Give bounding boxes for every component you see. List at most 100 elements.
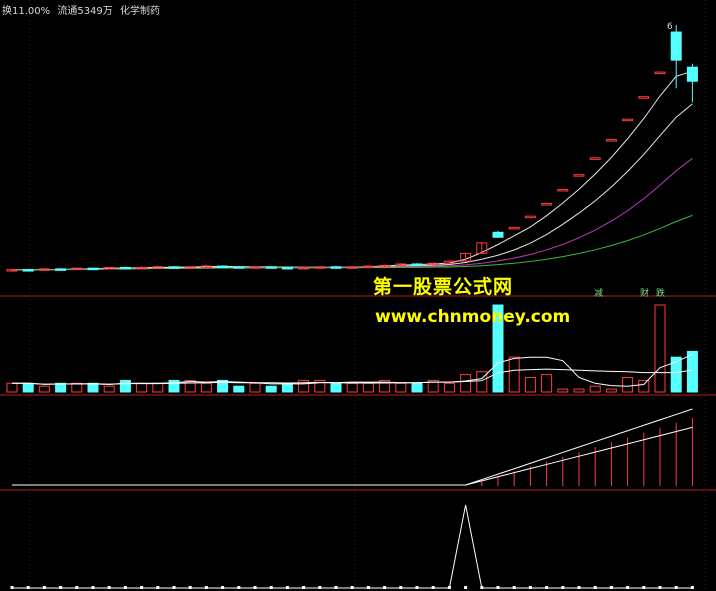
candle-body [654, 71, 666, 75]
ma-line-short [11, 70, 693, 271]
signal-dot [42, 586, 46, 589]
volume-bar [460, 374, 472, 393]
volume-bar [265, 385, 277, 393]
signal-line [12, 504, 693, 589]
volume-bar [6, 382, 18, 393]
signal-dot [221, 586, 225, 589]
tag-finance: 财 [640, 289, 650, 299]
signal-dot [107, 586, 111, 589]
signal-dot [10, 586, 14, 589]
volume-bar [38, 385, 50, 393]
volume-bar [395, 382, 407, 393]
signal-dot [269, 586, 273, 589]
volume-bar [362, 382, 374, 393]
signal-dot [350, 586, 354, 589]
candle-body [217, 265, 229, 269]
ma-line-xlong [11, 214, 693, 271]
signal-dot [626, 586, 630, 589]
volume-bar [443, 382, 455, 393]
signal-dot [545, 586, 549, 589]
candle-body [330, 266, 342, 269]
price-label: 6 [667, 22, 673, 32]
tag-fall: 跌 [656, 289, 666, 299]
signal-dot [642, 586, 646, 589]
candle-body [686, 66, 698, 82]
float-shares: 流通5349万 [57, 6, 113, 17]
candle-body [168, 266, 180, 269]
volume-bar [524, 377, 536, 393]
volume-bar [103, 385, 115, 393]
signal-dot [334, 586, 338, 589]
signal-dot [593, 586, 597, 589]
signal-dot [609, 586, 613, 589]
volume-bar [541, 374, 553, 393]
volume-bar [136, 382, 148, 393]
volume-bar [22, 382, 34, 393]
signal-dot [156, 586, 160, 589]
candle-body [541, 203, 553, 206]
candle-body [265, 266, 277, 269]
candle-body [281, 266, 293, 270]
volume-bar [281, 382, 293, 393]
signal-dot [528, 586, 532, 589]
signal-dot [140, 586, 144, 589]
signal-dot [26, 586, 30, 589]
signal-dot [172, 586, 176, 589]
signal-dot [690, 586, 694, 589]
ma-line-mid [11, 103, 693, 271]
indicator-line-a [12, 408, 693, 486]
candle-body [605, 139, 617, 142]
volume-bar [119, 379, 131, 393]
indicator-line-b [12, 426, 693, 486]
volume-bar [411, 382, 423, 393]
candle-body [22, 269, 34, 272]
signal-dot [431, 586, 435, 589]
candle-body [233, 266, 245, 269]
candle-body [638, 96, 650, 99]
volume-bar [200, 382, 212, 393]
volume-bar [622, 377, 634, 393]
signal-dot [464, 586, 468, 589]
volume-bar [249, 382, 261, 393]
signal-dot [188, 586, 192, 589]
signal-dot [302, 586, 306, 589]
signal-dot [285, 586, 289, 589]
candle-body [670, 31, 682, 61]
signal-dot [399, 586, 403, 589]
volume-bar [87, 382, 99, 393]
candle-body [55, 268, 67, 271]
candle-body [589, 157, 601, 160]
signal-dot [59, 586, 63, 589]
candle-body [622, 118, 634, 122]
signal-dot [415, 586, 419, 589]
signal-dot [480, 586, 484, 589]
candle-body [119, 266, 131, 270]
signal-dot [75, 586, 79, 589]
signal-dot [318, 586, 322, 589]
signal-dot [496, 586, 500, 589]
volume-bar [605, 388, 617, 393]
signal-dot [237, 586, 241, 589]
signal-dot [253, 586, 257, 589]
volume-bar [557, 388, 569, 393]
candle-body [87, 267, 99, 271]
signal-dot [577, 586, 581, 589]
volume-bar [670, 356, 682, 393]
turnover-rate: 换11.00% [2, 6, 51, 17]
volume-bar [233, 385, 245, 393]
chart-header: 换11.00% 流通5349万 化学制药 [2, 2, 164, 17]
ma-line-long [11, 158, 693, 271]
volume-bar [298, 379, 310, 393]
signal-dot [366, 586, 370, 589]
signal-dot [561, 586, 565, 589]
candle-body [557, 188, 569, 192]
signal-dot [447, 586, 451, 589]
watermark-title: 第一股票公式网 [373, 276, 514, 298]
chart-canvas[interactable] [0, 0, 716, 591]
candle-body [524, 215, 536, 219]
tag-reduce: 减 [594, 289, 604, 299]
candle-body [508, 226, 520, 230]
candle-body [411, 263, 423, 266]
volume-bar [152, 382, 164, 393]
volume-bar [55, 382, 67, 393]
